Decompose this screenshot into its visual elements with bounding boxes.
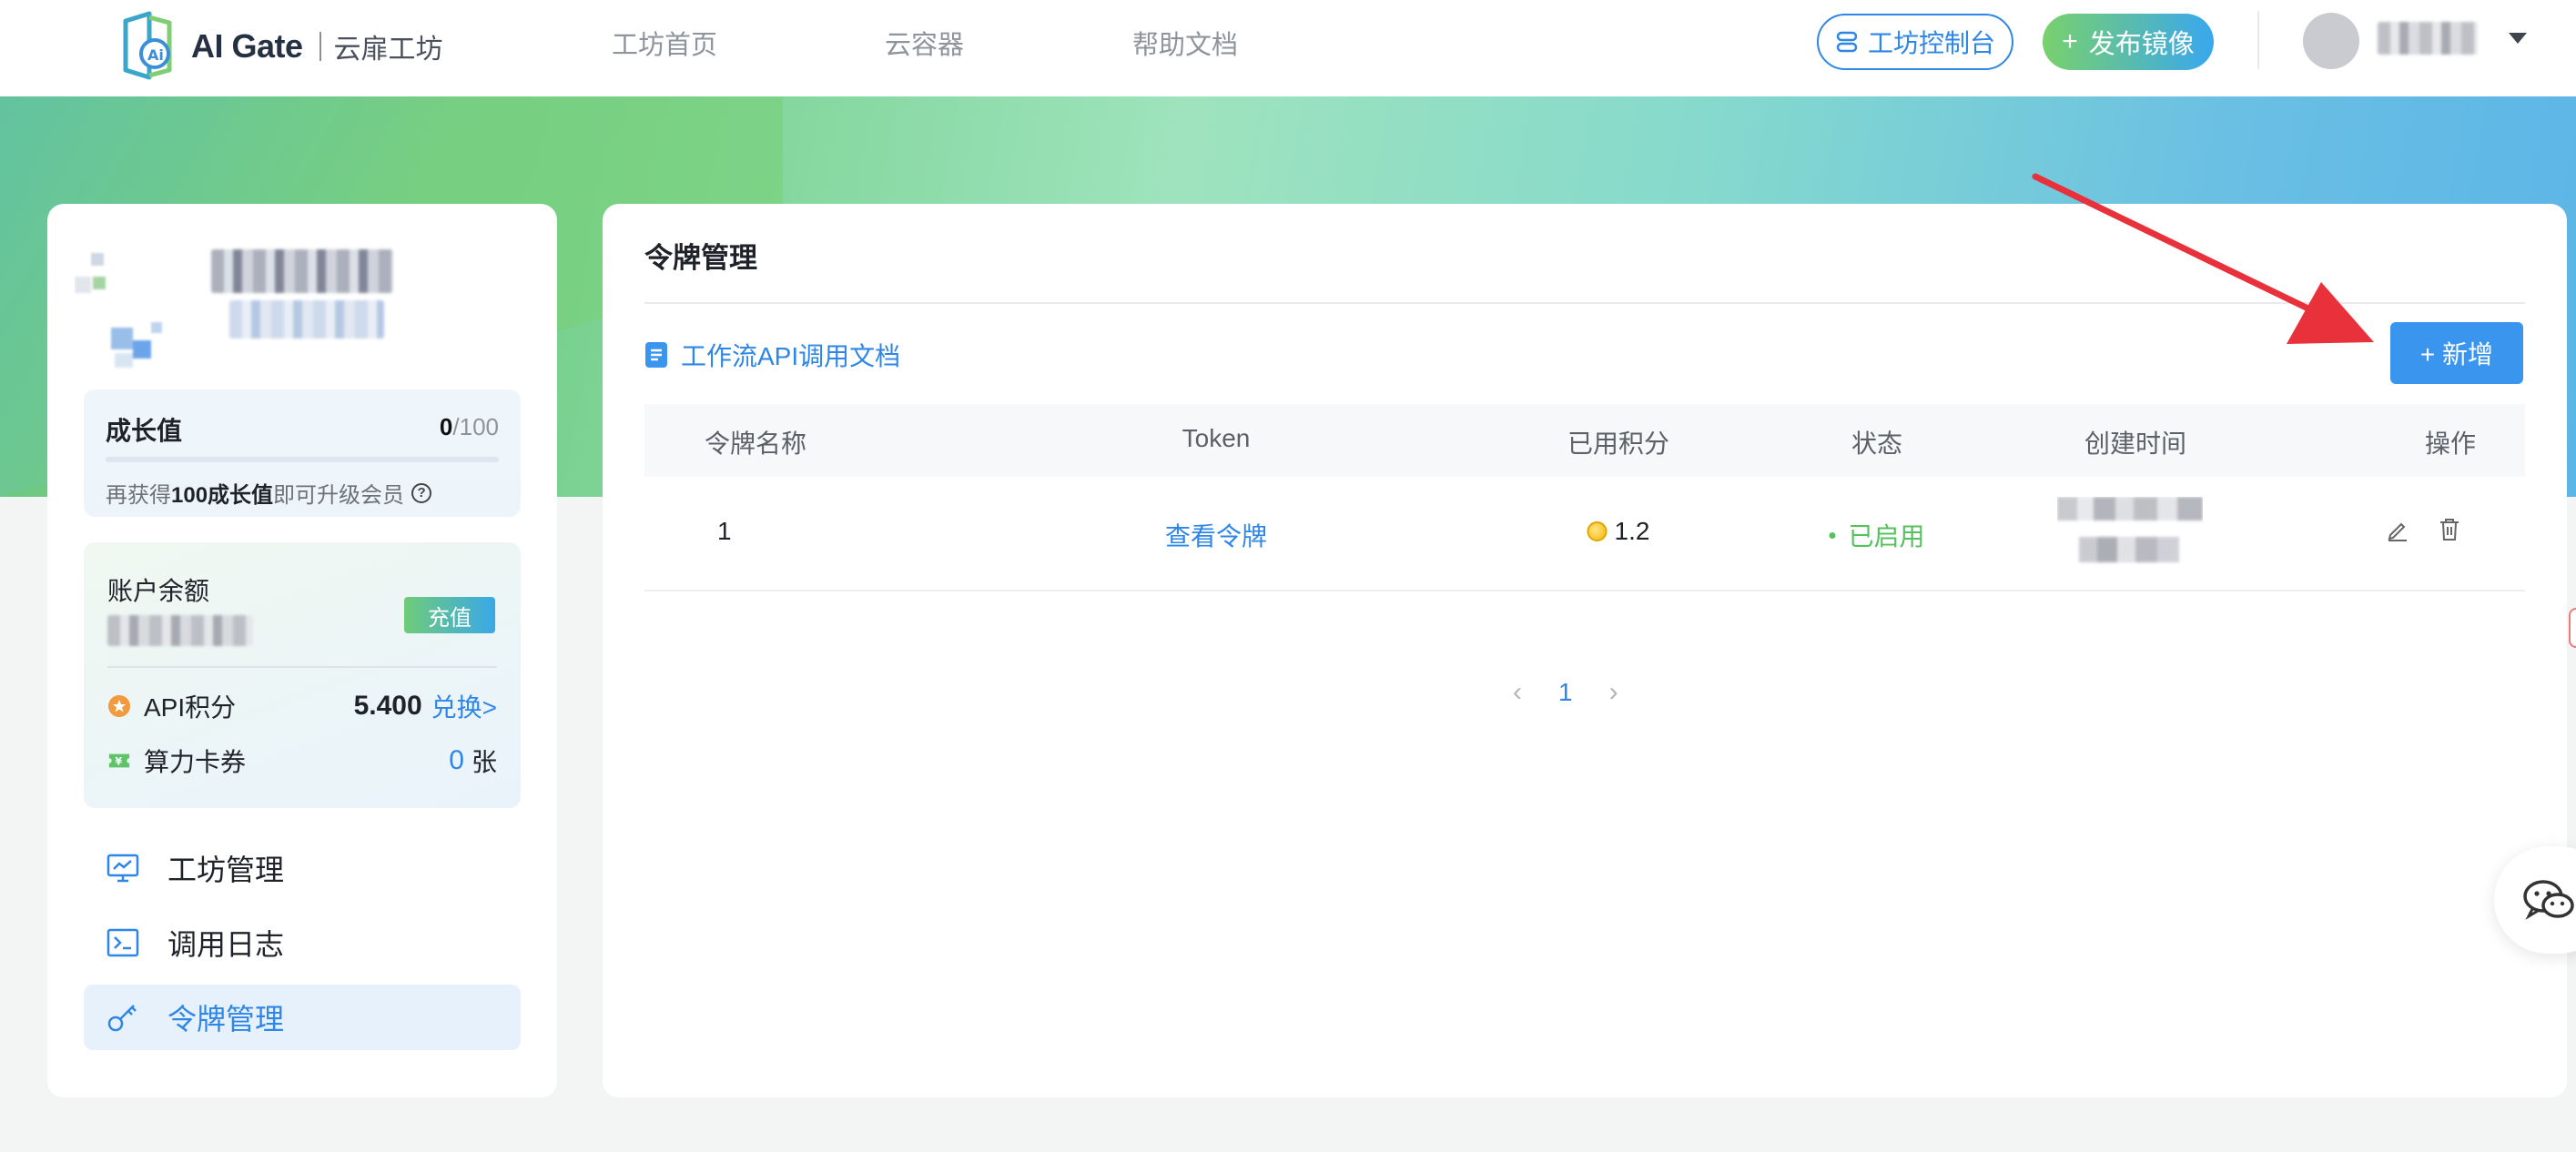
help-question-icon[interactable]: ? bbox=[411, 482, 432, 503]
column-header-used-points: 已用积分 bbox=[1567, 429, 1670, 458]
nav-link-help-docs[interactable]: 帮助文档 bbox=[1132, 24, 1238, 62]
sidebar-item-workshop-management[interactable]: 工坊管理 bbox=[84, 835, 521, 901]
vouchers-unit: 张 bbox=[471, 748, 497, 776]
server-icon bbox=[1836, 31, 1858, 53]
brand-logo[interactable]: Ai AI Gate 云扉工坊 bbox=[113, 5, 443, 87]
balance-amount-redacted bbox=[107, 615, 253, 646]
used-points-cell: 1.2 bbox=[1587, 517, 1649, 546]
status-badge: 已启用 bbox=[1829, 517, 1925, 553]
previous-page-icon[interactable]: ‹ bbox=[1513, 677, 1522, 708]
column-header-token: Token bbox=[1182, 424, 1251, 452]
profile-id-redacted bbox=[229, 300, 384, 339]
workshop-console-label: 工坊控制台 bbox=[1867, 29, 1995, 57]
star-badge-icon bbox=[107, 694, 131, 718]
svg-text:¥: ¥ bbox=[115, 756, 122, 768]
pagination: ‹ 1 › bbox=[1513, 677, 1618, 708]
account-sidebar: 成长值 0/100 再获得100成长值即可升级会员 ? 账户余额 充值 API积… bbox=[47, 204, 557, 1097]
publish-image-label: 发布镜像 bbox=[2088, 30, 2195, 59]
api-points-value: 5.400 bbox=[353, 691, 422, 721]
column-header-status: 状态 bbox=[1851, 429, 1903, 458]
brand-divider bbox=[319, 32, 321, 61]
column-header-created-time: 创建时间 bbox=[2084, 429, 2187, 458]
delete-icon[interactable] bbox=[2438, 517, 2461, 542]
table-row: 1 查看令牌 1.2 已启用 bbox=[644, 477, 2525, 591]
sidebar-item-call-logs[interactable]: 调用日志 bbox=[84, 910, 521, 975]
brand-subtitle: 云扉工坊 bbox=[333, 35, 443, 65]
growth-card: 成长值 0/100 再获得100成长值即可升级会员 ? bbox=[84, 389, 521, 517]
ai-gate-logo-icon: Ai bbox=[123, 11, 172, 80]
status-dot-icon bbox=[1829, 531, 1836, 539]
ticket-icon: ¥ bbox=[107, 749, 131, 773]
sidebar-item-label: 令牌管理 bbox=[167, 1003, 285, 1036]
growth-tip: 再获得100成长值即可升级会员 ? bbox=[106, 477, 432, 509]
page-number-current[interactable]: 1 bbox=[1558, 678, 1573, 707]
growth-value: 0/100 bbox=[439, 413, 499, 440]
publish-image-button[interactable]: + 发布镜像 bbox=[2043, 14, 2214, 70]
plus-icon: + bbox=[2062, 26, 2078, 56]
balance-divider bbox=[107, 666, 497, 668]
row-actions bbox=[2385, 517, 2461, 542]
next-page-icon[interactable]: › bbox=[1609, 677, 1618, 708]
column-header-token-name: 令牌名称 bbox=[704, 429, 807, 458]
token-name-cell: 1 bbox=[717, 517, 732, 545]
monitor-icon bbox=[106, 851, 140, 885]
sidebar-item-label: 调用日志 bbox=[167, 928, 285, 961]
caret-down-icon[interactable] bbox=[2509, 33, 2527, 44]
svg-text:Ai: Ai bbox=[147, 46, 164, 64]
vouchers-label: 算力卡券 bbox=[144, 748, 247, 776]
sidebar-item-label: 工坊管理 bbox=[167, 854, 285, 886]
user-name-redacted[interactable] bbox=[2378, 22, 2478, 55]
created-time-redacted bbox=[2057, 497, 2203, 562]
view-token-link[interactable]: 查看令牌 bbox=[1165, 517, 1267, 553]
add-token-button[interactable]: + 新增 bbox=[2390, 322, 2523, 384]
annotation-arrow-icon bbox=[2032, 173, 2374, 344]
terminal-icon bbox=[106, 925, 140, 960]
nav-link-cloud-container[interactable]: 云容器 bbox=[885, 24, 964, 62]
api-points-label: API积分 bbox=[144, 693, 237, 722]
coin-icon bbox=[1587, 521, 1607, 541]
top-navbar: Ai AI Gate 云扉工坊 工坊首页 云容器 帮助文档 工坊控制台 + 发布… bbox=[0, 0, 2576, 96]
profile-name-redacted bbox=[211, 249, 393, 293]
balance-card: 账户余额 充值 API积分 5.400 兑换> ¥ 算力卡券 0 张 bbox=[84, 542, 521, 808]
vouchers-count: 0 bbox=[449, 745, 464, 775]
vouchers-row: ¥ 算力卡券 0 张 bbox=[107, 743, 497, 779]
column-header-actions: 操作 bbox=[2424, 429, 2477, 458]
workflow-api-doc-link[interactable]: 工作流API调用文档 bbox=[644, 337, 900, 373]
api-points-row: API积分 5.400 兑换> bbox=[107, 688, 497, 724]
document-icon bbox=[645, 342, 667, 368]
page-title: 令牌管理 bbox=[644, 242, 757, 274]
edit-icon[interactable] bbox=[2385, 517, 2410, 542]
key-icon bbox=[106, 1000, 140, 1035]
workshop-console-button[interactable]: 工坊控制台 bbox=[1817, 14, 2013, 70]
nav-divider bbox=[2257, 11, 2259, 69]
balance-label: 账户余额 bbox=[107, 577, 210, 605]
exchange-link[interactable]: 兑换> bbox=[431, 688, 497, 724]
workflow-api-doc-label: 工作流API调用文档 bbox=[681, 342, 901, 370]
growth-progress-bar bbox=[106, 457, 499, 462]
user-avatar[interactable] bbox=[2303, 13, 2359, 69]
recharge-button[interactable]: 充值 bbox=[404, 597, 495, 633]
brand-name: AI Gate bbox=[191, 27, 303, 65]
growth-title: 成长值 bbox=[106, 417, 183, 445]
table-header: 令牌名称 Token 已用积分 状态 创建时间 操作 bbox=[644, 404, 2525, 477]
wechat-icon bbox=[2523, 880, 2574, 920]
sidebar-item-token-management[interactable]: 令牌管理 bbox=[84, 985, 521, 1050]
side-tab-handle[interactable] bbox=[2569, 608, 2576, 648]
nav-link-home[interactable]: 工坊首页 bbox=[612, 24, 717, 62]
